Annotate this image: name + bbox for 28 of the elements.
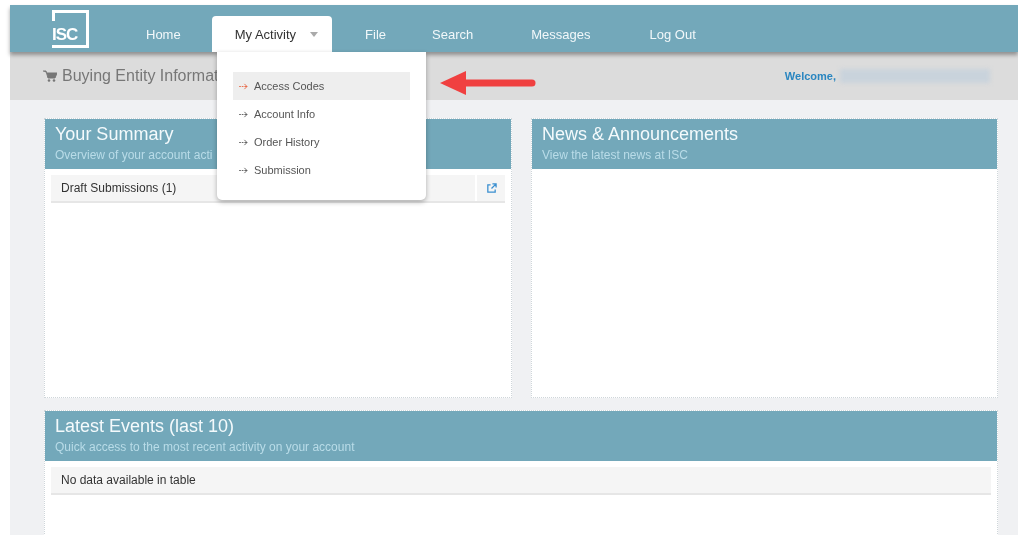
menu-item[interactable]: Account Info: [233, 100, 410, 128]
nav-tab[interactable]: Home: [123, 16, 212, 52]
table-cell-text: Draft Submissions (1): [60, 181, 178, 195]
nav-tab[interactable]: Log Out: [626, 16, 719, 52]
arrow-icon: [239, 166, 248, 174]
logo[interactable]: ISC: [52, 10, 89, 48]
panel-title: Your Summary: [55, 123, 174, 145]
nav-tab[interactable]: Messages: [508, 16, 627, 52]
panel-title: Latest Events (last 10): [55, 415, 235, 437]
panel-subtitle: Overview of your account acti: [55, 148, 213, 163]
arrow-icon: [239, 82, 248, 90]
arrow-icon: [239, 138, 248, 146]
panel-title: News & Announcements: [542, 123, 739, 145]
menu-item[interactable]: Order History: [233, 128, 410, 156]
panel-subtitle: View the latest news at ISC: [542, 148, 688, 163]
page-title: Buying Entity Informat: [62, 67, 219, 85]
welcome-label: Welcome,: [784, 70, 836, 82]
external-link-icon[interactable]: [485, 182, 497, 194]
nav-tab[interactable]: My Activity: [211, 16, 333, 52]
table-cell-text: No data available in table: [60, 473, 197, 487]
menu-item[interactable]: Access Codes: [233, 72, 410, 100]
cart-icon: [43, 70, 57, 82]
nav-tab[interactable]: File: [342, 16, 410, 52]
caret-icon: [310, 31, 319, 37]
nav-tab[interactable]: Search: [409, 16, 509, 52]
panel-subtitle: Quick access to the most recent activity on your account: [55, 440, 355, 455]
arrow-icon: [239, 110, 248, 118]
menu-item[interactable]: Submission: [233, 156, 410, 184]
